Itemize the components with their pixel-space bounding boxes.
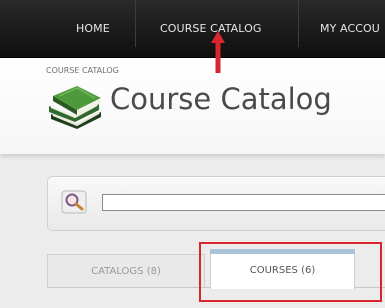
annotation-arrow-icon (211, 31, 225, 73)
nav-item-home[interactable]: HOME (76, 22, 110, 35)
nav-divider (135, 0, 136, 47)
nav-item-my-account[interactable]: MY ACCOU (320, 22, 380, 35)
breadcrumb[interactable]: COURSE CATALOG (46, 66, 119, 75)
books-icon (49, 86, 101, 129)
search-icon[interactable] (61, 190, 87, 214)
nav-divider (298, 0, 299, 47)
search-input[interactable] (102, 194, 385, 211)
tab-catalogs[interactable]: CATALOGS (8) (47, 254, 205, 287)
page-title: Course Catalog (110, 82, 332, 116)
page-header: COURSE CATALOG Course Catalog (0, 58, 385, 154)
annotation-highlight-box (199, 242, 382, 302)
top-nav-bar: HOME COURSE CATALOG MY ACCOU (0, 0, 385, 58)
